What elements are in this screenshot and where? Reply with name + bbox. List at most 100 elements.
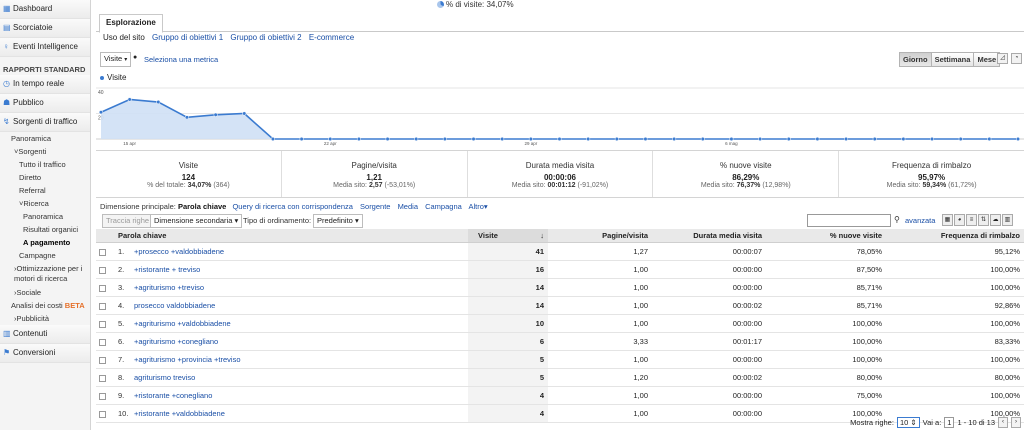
sort-type-label: Tipo di ordinamento:	[243, 216, 312, 225]
nav-cost-analysis[interactable]: Analisi dei costi BETA	[0, 299, 90, 312]
row-checkbox[interactable]	[96, 332, 114, 351]
dashboard-icon: ▦	[3, 4, 11, 13]
tab-explorer[interactable]: Esplorazione	[99, 14, 163, 33]
scorecard-title: Pagine/visita	[351, 161, 397, 170]
checkbox[interactable]	[99, 338, 106, 346]
cell-pages-per-visit: 1,00	[548, 350, 652, 369]
checkbox[interactable]	[99, 266, 106, 274]
dimension-matched-query[interactable]: Query di ricerca con corrispondenza	[232, 202, 352, 211]
keyword-link[interactable]: agriturismo treviso	[134, 373, 195, 382]
sidebar-item-intelligence[interactable]: ♀ Eventi Intelligence	[0, 38, 90, 57]
checkbox[interactable]	[99, 410, 106, 418]
checkbox[interactable]	[99, 320, 106, 328]
nav-panoramica[interactable]: Panoramica	[0, 132, 90, 145]
sort-type-select[interactable]: Predefinito ▾	[313, 214, 363, 228]
keyword-link[interactable]: +prosecco +valdobbiadene	[134, 247, 224, 256]
sidebar-item-traffic-sources[interactable]: ↯ Sorgenti di traffico	[0, 113, 90, 132]
search-icon[interactable]: ⚲	[894, 215, 900, 224]
keyword-link[interactable]: prosecco valdobbiadene	[134, 301, 215, 310]
motion-chart-icon[interactable]: ◔	[1011, 53, 1022, 64]
keyword-link[interactable]: +agriturismo +treviso	[134, 283, 204, 292]
keyword-link[interactable]: +agriturismo +provincia +treviso	[134, 355, 241, 364]
checkbox[interactable]	[99, 284, 106, 292]
secondary-dimension-select[interactable]: Dimensione secondaria ▾	[150, 214, 243, 228]
data-point	[270, 136, 275, 142]
dimension-keyword[interactable]: Parola chiave	[178, 202, 226, 211]
dimension-medium[interactable]: Media	[398, 202, 418, 211]
header-pages-per-visit[interactable]: Pagine/visita	[548, 229, 652, 243]
dimension-source[interactable]: Sorgente	[360, 202, 390, 211]
nav-all-traffic[interactable]: Tutto il traffico	[0, 158, 90, 171]
checkbox[interactable]	[99, 356, 106, 364]
table-row: 4. prosecco valdobbiadene 14 1,00 00:00:02 85…	[96, 296, 1024, 315]
header-new-visits[interactable]: % nuove visite	[766, 229, 886, 243]
metric-select[interactable]: Visite ▾	[100, 52, 132, 67]
nav-organic[interactable]: Risultati organici	[0, 223, 90, 236]
header-visits[interactable]: Visite ↓	[468, 229, 548, 243]
keyword-link[interactable]: +ristorante + treviso	[134, 265, 200, 274]
header-bounce-rate[interactable]: Frequenza di rimbalzo	[886, 229, 1024, 243]
keyword-link[interactable]: +ristorante +valdobbiadene	[134, 409, 225, 418]
header-keyword[interactable]: Parola chiave	[114, 229, 468, 243]
comparison-view-icon[interactable]: ⇅	[978, 214, 989, 226]
data-point	[958, 136, 963, 142]
sidebar-item-content[interactable]: ▥ Contenuti	[0, 325, 90, 344]
row-checkbox[interactable]	[96, 368, 114, 387]
next-page-icon[interactable]: ›	[1011, 417, 1021, 428]
table-search-input[interactable]	[807, 214, 891, 227]
sidebar-item-conversions[interactable]: ⚑ Conversioni	[0, 344, 90, 363]
row-checkbox[interactable]	[96, 260, 114, 279]
plot-rows-button[interactable]: Traccia righe	[102, 214, 154, 228]
dimension-other[interactable]: Altro▾	[468, 202, 487, 211]
row-checkbox[interactable]	[96, 386, 114, 405]
nav-search[interactable]: ˅Ricerca	[0, 197, 90, 210]
checkbox[interactable]	[99, 302, 106, 310]
row-checkbox[interactable]	[96, 350, 114, 369]
keyword-link[interactable]: +agriturismo +conegliano	[134, 337, 218, 346]
advanced-filter-link[interactable]: avanzata	[905, 216, 935, 225]
keyword-link[interactable]: +agriturismo +valdobbiadene	[134, 319, 231, 328]
table-view-icon[interactable]: ▦	[942, 214, 953, 226]
select-metric-link[interactable]: Seleziona una metrica	[144, 55, 218, 64]
keyword-link[interactable]: +ristorante +conegliano	[134, 391, 212, 400]
row-checkbox[interactable]	[96, 404, 114, 423]
header-avg-duration[interactable]: Durata media visita	[652, 229, 766, 243]
sidebar-item-shortcuts[interactable]: ▤ Scorciatoie	[0, 19, 90, 38]
performance-view-icon[interactable]: ≡	[966, 214, 977, 226]
scorecard-pages-per-visit: Pagine/visita 1,21 Media sito: 2,57 (-53…	[280, 151, 467, 197]
row-checkbox[interactable]	[96, 314, 114, 333]
nav-seo[interactable]: ›Ottimizzazione per i motori di ricerca	[0, 262, 90, 286]
nav-advertising[interactable]: ›Pubblicità	[0, 312, 90, 325]
line-chart-icon[interactable]: ◿	[997, 53, 1008, 64]
subtab-site-usage[interactable]: Uso del sito	[103, 33, 145, 42]
dimension-campaign[interactable]: Campagna	[425, 202, 462, 211]
prev-page-icon[interactable]: ‹	[998, 417, 1008, 428]
sidebar-item-dashboard[interactable]: ▦ Dashboard	[0, 0, 90, 19]
nav-sorgenti[interactable]: ˅Sorgenti	[0, 145, 90, 158]
nav-direct[interactable]: Diretto	[0, 171, 90, 184]
checkbox[interactable]	[99, 392, 106, 400]
percentage-view-icon[interactable]: ◕	[954, 214, 965, 226]
period-day-button[interactable]: Giorno	[899, 52, 932, 67]
pivot-view-icon[interactable]: ▥	[1002, 214, 1013, 226]
cell-bounce-rate: 100,00%	[886, 260, 1024, 279]
sidebar-item-realtime[interactable]: ◷ In tempo reale	[0, 75, 90, 94]
checkbox[interactable]	[99, 374, 106, 382]
checkbox[interactable]	[99, 248, 106, 256]
show-rows-select[interactable]: 10 ⇕	[896, 417, 920, 428]
subtab-goal-set-1[interactable]: Gruppo di obiettivi 1	[152, 33, 223, 42]
row-checkbox[interactable]	[96, 296, 114, 315]
subtab-ecommerce[interactable]: E-commerce	[309, 33, 354, 42]
nav-social[interactable]: ›Sociale	[0, 286, 90, 299]
term-cloud-view-icon[interactable]: ☁	[990, 214, 1001, 226]
subtab-goal-set-2[interactable]: Gruppo di obiettivi 2	[230, 33, 301, 42]
nav-search-overview[interactable]: Panoramica	[0, 210, 90, 223]
goto-page-input[interactable]: 1	[944, 417, 955, 428]
nav-campaigns[interactable]: Campagne	[0, 249, 90, 262]
nav-referral[interactable]: Referral	[0, 184, 90, 197]
row-checkbox[interactable]	[96, 242, 114, 261]
period-week-button[interactable]: Settimana	[930, 52, 975, 67]
row-checkbox[interactable]	[96, 278, 114, 297]
sidebar-item-audience[interactable]: ☗ Pubblico	[0, 94, 90, 113]
nav-paid[interactable]: A pagamento	[0, 236, 90, 249]
